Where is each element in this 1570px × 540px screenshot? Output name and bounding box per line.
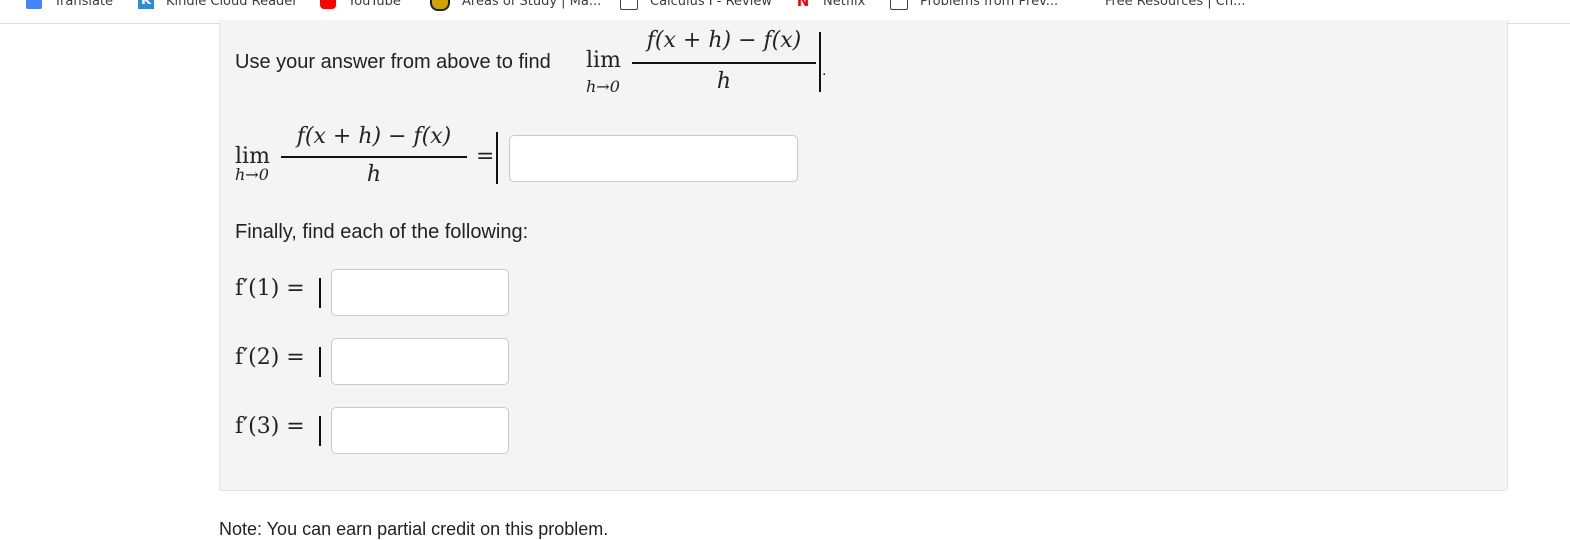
- bookmark-label: Kindle Cloud Reader: [166, 0, 298, 9]
- quotient-numerator: f(x + h) − f(x): [646, 28, 802, 53]
- quotient-denominator: h: [366, 162, 382, 187]
- bookmark-free-resources[interactable]: Free Resources | Ch...: [1105, 0, 1245, 11]
- page-icon: [890, 0, 908, 10]
- lim-word: lim: [586, 48, 621, 73]
- cursor-bar: [319, 416, 321, 446]
- bookmark-netflix[interactable]: N Netflix: [795, 0, 866, 11]
- finally-text: Finally, find each of the following:: [235, 221, 529, 243]
- page-icon: [620, 0, 638, 10]
- bookmark-youtube[interactable]: YouTube: [320, 0, 401, 11]
- bookmark-label: Problems from Prev...: [920, 0, 1059, 9]
- f-prime-2-input[interactable]: [331, 338, 509, 385]
- intro-text: Use your answer from above to find: [235, 51, 551, 73]
- fraction-bar: [281, 156, 467, 158]
- bookmark-label: Areas of Study | Ma...: [462, 0, 602, 9]
- difference-quotient-1: f(x + h) − f(x) h: [632, 28, 816, 98]
- bookmark-label: Free Resources | Ch...: [1105, 0, 1246, 9]
- bookmark-label: Netflix: [823, 0, 866, 9]
- bookmark-label: Translate: [54, 0, 114, 9]
- fraction-bar: [632, 62, 816, 64]
- derivative-label-2: f′(2) =: [235, 345, 305, 370]
- cursor-bar: [819, 32, 821, 92]
- youtube-icon: [320, 0, 336, 9]
- derivative-label-3: f′(3) =: [235, 414, 305, 439]
- bookmark-areas-of-study[interactable]: Areas of Study | Ma...: [430, 0, 601, 11]
- netflix-icon: N: [796, 0, 810, 10]
- cursor-bar: [319, 347, 321, 377]
- problem-panel: Use your answer from above to find lim h…: [219, 20, 1508, 491]
- limit-answer-input[interactable]: [509, 135, 798, 182]
- kindle-icon: K: [138, 0, 154, 9]
- bookmark-calculus-review[interactable]: Calculus I - Review: [620, 0, 772, 11]
- lim-subscript: h→0: [586, 77, 620, 96]
- derivative-label-1: f′(1) =: [235, 276, 305, 301]
- bookmark-label: Calculus I - Review: [650, 0, 772, 9]
- period: .: [822, 62, 827, 79]
- bookmark-translate[interactable]: Translate: [26, 0, 113, 11]
- cursor-bar: [496, 132, 498, 184]
- difference-quotient-2: f(x + h) − f(x) h: [281, 124, 467, 194]
- shield-icon: [430, 0, 450, 11]
- lim-subscript: h→0: [235, 165, 269, 184]
- bookmark-label: YouTube: [348, 0, 401, 9]
- bookmark-problems[interactable]: Problems from Prev...: [890, 0, 1058, 11]
- cursor-bar: [319, 278, 321, 308]
- quotient-denominator: h: [716, 69, 732, 94]
- f-prime-3-input[interactable]: [331, 407, 509, 454]
- translate-icon: [26, 0, 42, 9]
- footer-note: Note: You can earn partial credit on thi…: [219, 519, 609, 539]
- equals-sign: =: [476, 144, 495, 169]
- quotient-numerator: f(x + h) − f(x): [296, 124, 452, 149]
- bookmark-kindle[interactable]: K Kindle Cloud Reader: [138, 0, 298, 11]
- f-prime-1-input[interactable]: [331, 269, 509, 316]
